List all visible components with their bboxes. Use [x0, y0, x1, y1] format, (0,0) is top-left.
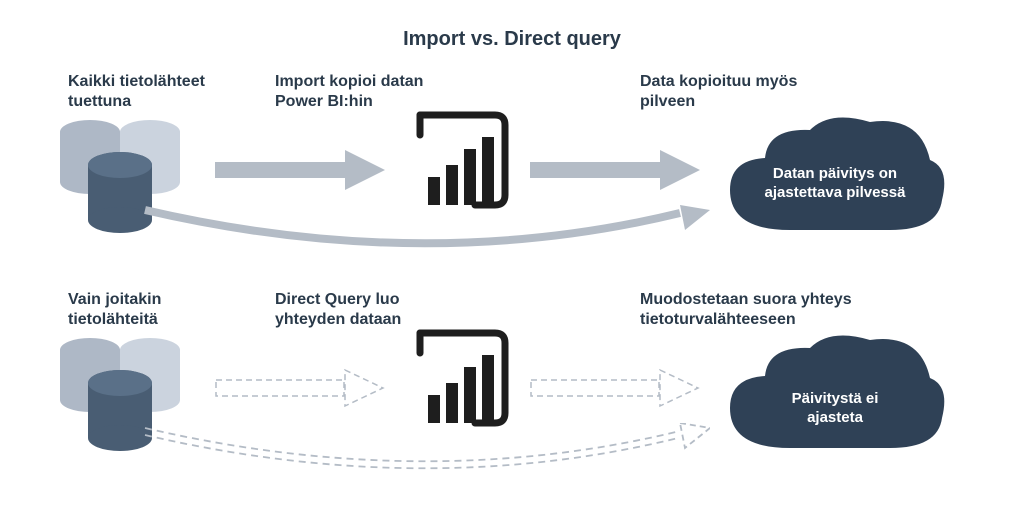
curved-arrow-dashed-icon	[140, 423, 710, 483]
dq-dest-label: Muodostetaan suora yhteys tietoturvaläht…	[640, 290, 900, 330]
diagram-title: Import vs. Direct query	[0, 28, 1024, 51]
curved-arrow-icon	[140, 205, 710, 265]
cloud-icon: Päivitystä ei ajasteta	[720, 328, 950, 468]
import-sources-label: Kaikki tietolähteet tuettuna	[68, 72, 248, 112]
import-dest-label: Data kopioituu myös pilveen	[640, 72, 820, 112]
dq-sources-label: Vain joitakin tietolähteitä	[68, 290, 228, 330]
powerbi-icon	[400, 105, 520, 215]
import-cloud-text: Datan päivitys on ajastettava pilvessä	[760, 165, 910, 203]
cloud-icon: Datan päivitys on ajastettava pilvessä	[720, 110, 950, 250]
powerbi-icon	[400, 323, 520, 433]
arrow-right-dashed-icon	[530, 368, 700, 408]
dq-cloud-text: Päivitystä ei ajasteta	[775, 390, 895, 428]
arrow-right-icon	[530, 150, 700, 190]
arrow-right-icon	[215, 150, 385, 190]
arrow-right-dashed-icon	[215, 368, 385, 408]
